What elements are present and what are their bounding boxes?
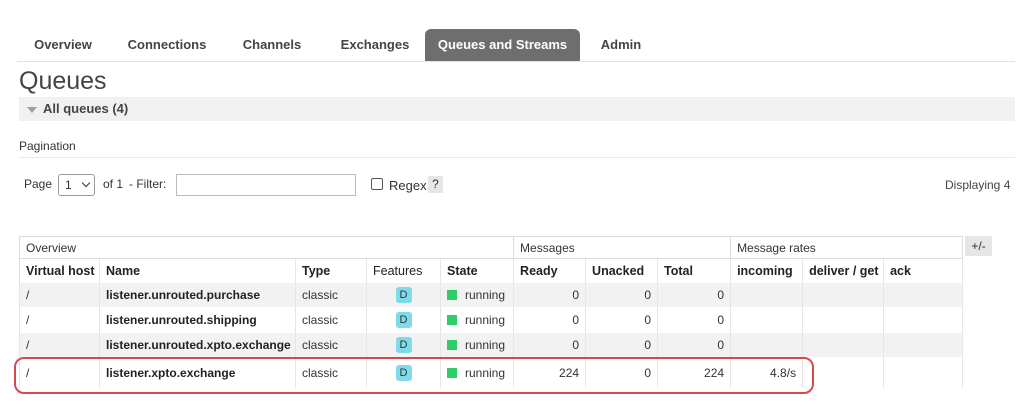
page-select-value: 1 bbox=[65, 178, 72, 192]
col-virtual-host[interactable]: Virtual host bbox=[19, 258, 100, 283]
table-row: / listener.unrouted.xpto.exchange classi… bbox=[19, 332, 964, 358]
deliver-get-cell bbox=[802, 307, 884, 333]
state-cell: running bbox=[465, 288, 506, 302]
state-cell: running bbox=[465, 365, 506, 380]
tab-queues-and-streams[interactable]: Queues and Streams bbox=[425, 29, 580, 61]
ack-cell bbox=[883, 282, 964, 308]
deliver-get-cell bbox=[802, 357, 884, 388]
ack-cell bbox=[883, 307, 964, 333]
type-cell: classic bbox=[295, 282, 367, 308]
running-status-icon bbox=[447, 290, 457, 300]
col-state[interactable]: State bbox=[439, 258, 514, 283]
queue-name-link[interactable]: listener.unrouted.xpto.exchange bbox=[99, 332, 296, 358]
vhost-cell: / bbox=[19, 282, 100, 308]
state-cell: running bbox=[465, 338, 506, 352]
filter-input[interactable] bbox=[176, 174, 356, 196]
total-cell: 0 bbox=[657, 332, 731, 358]
total-cell: 0 bbox=[657, 282, 731, 308]
col-type[interactable]: Type bbox=[295, 258, 367, 283]
col-unacked[interactable]: Unacked bbox=[585, 258, 658, 283]
section-label: All queues (4) bbox=[43, 101, 129, 116]
col-total[interactable]: Total bbox=[657, 258, 731, 283]
type-cell: classic bbox=[295, 307, 367, 333]
ready-cell: 224 bbox=[513, 357, 586, 388]
state-cell: running bbox=[465, 313, 506, 327]
tab-admin[interactable]: Admin bbox=[583, 29, 659, 61]
regex-checkbox[interactable] bbox=[371, 178, 383, 190]
col-ack[interactable]: ack bbox=[883, 258, 964, 283]
incoming-cell bbox=[730, 307, 803, 333]
tab-connections[interactable]: Connections bbox=[113, 29, 221, 61]
top-nav: Overview Connections Channels Exchanges … bbox=[17, 29, 1015, 62]
all-queues-toggle[interactable]: All queues (4) bbox=[19, 97, 1015, 121]
col-ready[interactable]: Ready bbox=[513, 258, 586, 283]
tab-overview[interactable]: Overview bbox=[17, 29, 109, 61]
ready-cell: 0 bbox=[513, 282, 586, 308]
ready-cell: 0 bbox=[513, 332, 586, 358]
vhost-cell: / bbox=[19, 332, 100, 358]
displaying-count: Displaying 4 bbox=[945, 178, 1011, 192]
queue-name-link[interactable]: listener.unrouted.shipping bbox=[99, 307, 296, 333]
col-features: Features bbox=[366, 258, 441, 283]
vhost-cell: / bbox=[19, 307, 100, 333]
queue-name-link[interactable]: listener.xpto.exchange bbox=[99, 357, 296, 388]
col-deliver-get[interactable]: deliver / get bbox=[802, 258, 884, 283]
tab-channels[interactable]: Channels bbox=[227, 29, 317, 61]
type-cell: classic bbox=[295, 332, 367, 358]
running-status-icon bbox=[447, 340, 457, 350]
pagination-label: Pagination bbox=[19, 139, 76, 153]
running-status-icon bbox=[447, 315, 457, 325]
durable-badge: D bbox=[395, 337, 412, 353]
incoming-cell: 4.8/s bbox=[730, 357, 803, 388]
group-messages: Messages bbox=[513, 236, 732, 259]
vhost-cell: / bbox=[19, 357, 100, 388]
tab-exchanges[interactable]: Exchanges bbox=[325, 29, 425, 61]
deliver-get-cell bbox=[802, 282, 884, 308]
queue-name-link[interactable]: listener.unrouted.purchase bbox=[99, 282, 296, 308]
regex-label: Regex bbox=[389, 178, 427, 193]
durable-badge: D bbox=[395, 287, 412, 303]
total-cell: 0 bbox=[657, 307, 731, 333]
incoming-cell bbox=[730, 282, 803, 308]
running-status-icon bbox=[447, 367, 457, 378]
regex-help-button[interactable]: ? bbox=[428, 176, 443, 193]
of-pages-label: of 1 bbox=[103, 177, 124, 191]
ready-cell: 0 bbox=[513, 307, 586, 333]
deliver-get-cell bbox=[802, 332, 884, 358]
table-row: / listener.xpto.exchange classic D runni… bbox=[19, 357, 964, 388]
unacked-cell: 0 bbox=[585, 332, 658, 358]
unacked-cell: 0 bbox=[585, 282, 658, 308]
ack-cell bbox=[883, 357, 964, 388]
unacked-cell: 0 bbox=[585, 307, 658, 333]
queues-table: Overview Messages Message rates Virtual … bbox=[18, 236, 964, 388]
col-name[interactable]: Name bbox=[99, 258, 296, 283]
type-cell: classic bbox=[295, 357, 367, 388]
page-select[interactable]: 1 bbox=[58, 174, 95, 196]
ack-cell bbox=[883, 332, 964, 358]
unacked-cell: 0 bbox=[585, 357, 658, 388]
incoming-cell bbox=[730, 332, 803, 358]
toggle-columns-button[interactable]: +/- bbox=[965, 236, 992, 256]
table-row: / listener.unrouted.shipping classic D r… bbox=[19, 307, 964, 333]
filter-label: - Filter: bbox=[129, 177, 167, 191]
page-title: Queues bbox=[19, 67, 107, 95]
durable-badge: D bbox=[395, 364, 412, 381]
durable-badge: D bbox=[395, 312, 412, 328]
total-cell: 224 bbox=[657, 357, 731, 388]
group-message-rates: Message rates bbox=[730, 236, 964, 259]
divider bbox=[19, 157, 1015, 158]
collapse-triangle-icon bbox=[27, 106, 37, 113]
chevron-down-icon bbox=[81, 178, 91, 188]
table-row: / listener.unrouted.purchase classic D r… bbox=[19, 282, 964, 308]
page-label: Page bbox=[24, 177, 53, 191]
col-incoming[interactable]: incoming bbox=[730, 258, 803, 283]
group-overview: Overview bbox=[18, 236, 515, 259]
